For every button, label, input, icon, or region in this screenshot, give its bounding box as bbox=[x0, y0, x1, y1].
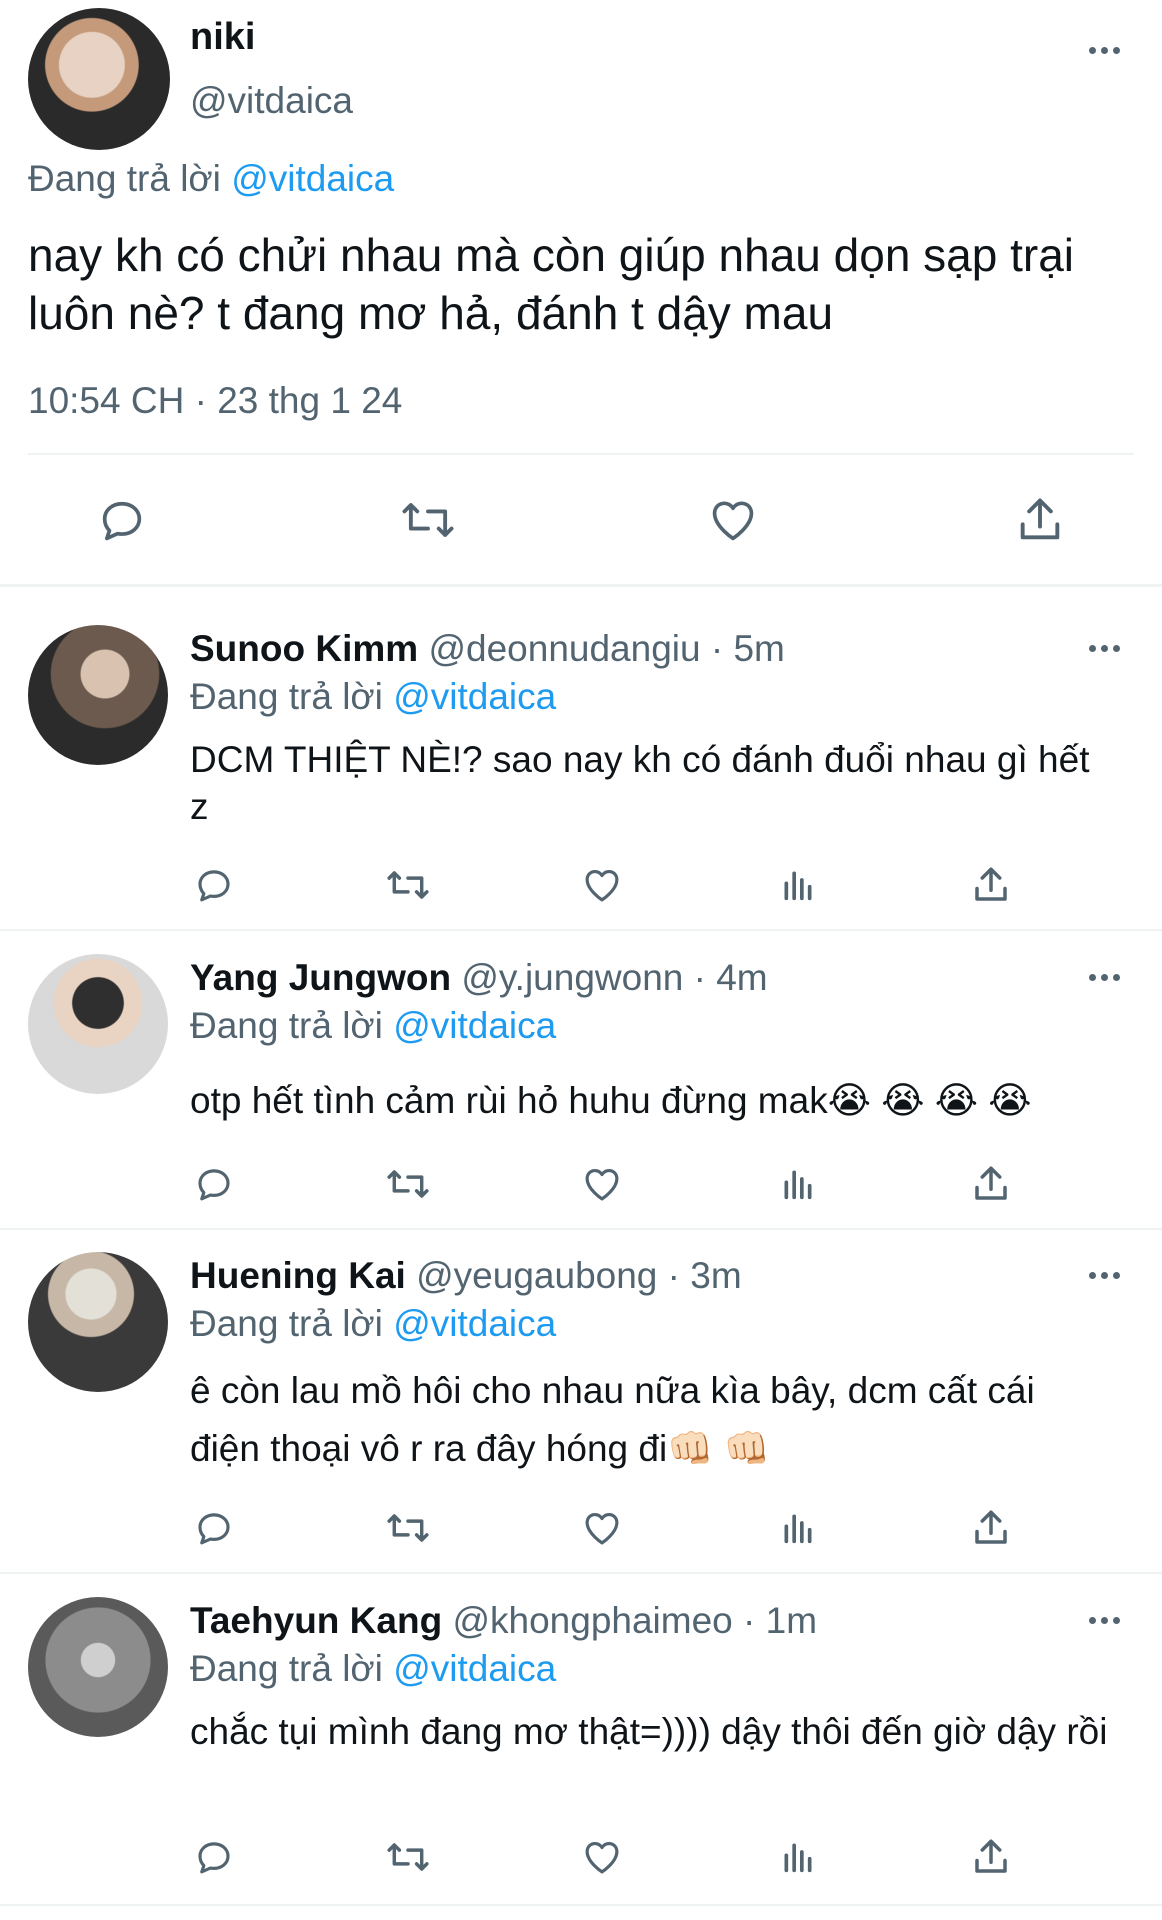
retweet-icon[interactable] bbox=[398, 494, 458, 546]
more-options-button[interactable] bbox=[1089, 47, 1120, 54]
replying-to-label: Đang trả lời bbox=[28, 158, 221, 199]
avatar[interactable] bbox=[28, 1597, 168, 1737]
views-icon[interactable] bbox=[778, 1163, 818, 1205]
share-icon[interactable] bbox=[970, 1507, 1012, 1549]
reply-icon[interactable] bbox=[193, 1163, 235, 1205]
author-name[interactable]: Huening Kai bbox=[190, 1255, 406, 1296]
reply-header: Sunoo Kimm @deonnudangiu · 5m bbox=[190, 628, 785, 670]
avatar[interactable] bbox=[28, 8, 170, 150]
avatar[interactable] bbox=[28, 1252, 168, 1392]
like-icon[interactable] bbox=[706, 494, 760, 546]
views-icon[interactable] bbox=[778, 1836, 818, 1878]
reply-text: otp hết tình cảm rùi hỏ huhu đừng mak😭 😭… bbox=[190, 1080, 1032, 1121]
author-name[interactable]: Sunoo Kimm bbox=[190, 628, 418, 669]
more-options-button[interactable] bbox=[1089, 974, 1120, 981]
section-divider bbox=[0, 1228, 1162, 1230]
reply-icon[interactable] bbox=[193, 1507, 235, 1549]
replying-to: Đang trả lời @vitdaica bbox=[190, 676, 556, 718]
reply-text: ê còn lau mồ hôi cho nhau nữa kìa bây, d… bbox=[190, 1370, 1035, 1469]
section-divider bbox=[0, 1904, 1162, 1906]
reply-header: Taehyun Kang @khongphaimeo · 1m bbox=[190, 1600, 817, 1642]
reply-icon[interactable] bbox=[193, 864, 235, 906]
avatar[interactable] bbox=[28, 954, 168, 1094]
more-options-button[interactable] bbox=[1089, 1272, 1120, 1279]
reply-icon[interactable] bbox=[96, 494, 148, 546]
avatar[interactable] bbox=[28, 625, 168, 765]
more-options-button[interactable] bbox=[1089, 1617, 1120, 1624]
replying-to-link[interactable]: @vitdaica bbox=[231, 158, 394, 199]
section-divider bbox=[0, 584, 1162, 587]
share-icon[interactable] bbox=[1012, 494, 1068, 546]
author-handle[interactable]: @vitdaica bbox=[190, 80, 353, 122]
replying-to-label: Đang trả lời bbox=[190, 676, 383, 717]
like-icon[interactable] bbox=[580, 1163, 624, 1205]
replying-to: Đang trả lời @vitdaica bbox=[190, 1005, 556, 1047]
like-icon[interactable] bbox=[580, 864, 624, 906]
section-divider bbox=[0, 929, 1162, 931]
retweet-icon[interactable] bbox=[384, 864, 432, 906]
reply-header: Huening Kai @yeugaubong · 3m bbox=[190, 1255, 742, 1297]
more-options-button[interactable] bbox=[1089, 645, 1120, 652]
author-handle[interactable]: @yeugaubong bbox=[416, 1255, 657, 1296]
replying-to-label: Đang trả lời bbox=[190, 1648, 383, 1689]
reply-text: DCM THIỆT NÈ!? sao nay kh có đánh đuổi n… bbox=[190, 739, 1090, 827]
replying-to-link[interactable]: @vitdaica bbox=[393, 676, 556, 717]
author-name[interactable]: Taehyun Kang bbox=[190, 1600, 442, 1641]
replying-to: Đang trả lời @vitdaica bbox=[190, 1303, 556, 1345]
share-icon[interactable] bbox=[970, 864, 1012, 906]
like-icon[interactable] bbox=[580, 1507, 624, 1549]
reply-time[interactable]: · 1m bbox=[743, 1600, 817, 1641]
reply-time[interactable]: · 5m bbox=[711, 628, 785, 669]
share-icon[interactable] bbox=[970, 1836, 1012, 1878]
tweet-timestamp[interactable]: 10:54 CH · 23 thg 1 24 bbox=[28, 380, 402, 422]
share-icon[interactable] bbox=[970, 1163, 1012, 1205]
retweet-icon[interactable] bbox=[384, 1507, 432, 1549]
views-icon[interactable] bbox=[778, 1507, 818, 1549]
replying-to-link[interactable]: @vitdaica bbox=[393, 1648, 556, 1689]
author-handle[interactable]: @y.jungwonn bbox=[461, 957, 683, 998]
like-icon[interactable] bbox=[580, 1836, 624, 1878]
replying-to: Đang trả lời @vitdaica bbox=[190, 1648, 556, 1690]
reply-icon[interactable] bbox=[193, 1836, 235, 1878]
replying-to-link[interactable]: @vitdaica bbox=[393, 1303, 556, 1344]
author-name[interactable]: Yang Jungwon bbox=[190, 957, 451, 998]
author-name[interactable]: niki bbox=[190, 16, 255, 59]
replying-to: Đang trả lời @vitdaica bbox=[28, 158, 394, 200]
reply-header: Yang Jungwon @y.jungwonn · 4m bbox=[190, 957, 768, 999]
author-handle[interactable]: @deonnudangiu bbox=[428, 628, 700, 669]
reply-time[interactable]: · 3m bbox=[668, 1255, 742, 1296]
retweet-icon[interactable] bbox=[384, 1836, 432, 1878]
replying-to-link[interactable]: @vitdaica bbox=[393, 1005, 556, 1046]
author-handle[interactable]: @khongphaimeo bbox=[452, 1600, 732, 1641]
reply-time[interactable]: · 4m bbox=[694, 957, 768, 998]
replying-to-label: Đang trả lời bbox=[190, 1303, 383, 1344]
views-icon[interactable] bbox=[778, 864, 818, 906]
replying-to-label: Đang trả lời bbox=[190, 1005, 383, 1046]
divider bbox=[28, 453, 1134, 455]
reply-text: chắc tụi mình đang mơ thật=)))) dậy thôi… bbox=[190, 1711, 1108, 1752]
tweet-text: nay kh có chửi nhau mà còn giúp nhau dọn… bbox=[28, 229, 1075, 339]
retweet-icon[interactable] bbox=[384, 1163, 432, 1205]
section-divider bbox=[0, 1572, 1162, 1574]
